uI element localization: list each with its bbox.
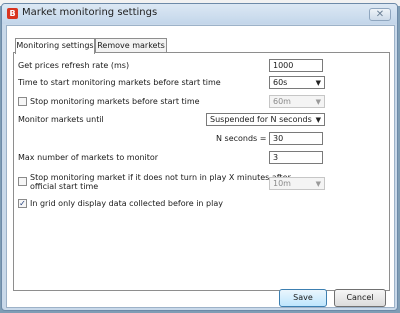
stop-before-start-select[interactable]: 60m ▼ — [269, 95, 325, 108]
start-monitoring-value: 60s — [273, 78, 288, 87]
max-markets-label: Max number of markets to monitor — [18, 153, 159, 162]
monitor-until-select[interactable]: Suspended for N seconds ▼ — [206, 113, 325, 126]
dialog-client-area: Monitoring settings Remove markets Get p… — [6, 25, 395, 308]
start-monitoring-select[interactable]: 60s ▼ — [269, 76, 325, 89]
tab-remove-markets[interactable]: Remove markets — [95, 38, 167, 53]
monitoring-settings-panel: Get prices refresh rate (ms) 1000 Time t… — [13, 52, 390, 291]
monitor-until-value: Suspended for N seconds — [210, 115, 312, 124]
close-button[interactable]: ✕ — [369, 8, 391, 21]
title-bar: B Market monitoring settings ✕ — [2, 4, 397, 24]
stop-not-inplay-label-line1: Stop monitoring market if it does not tu… — [30, 173, 291, 182]
checkmark-icon: ✓ — [19, 199, 26, 208]
chevron-down-icon: ▼ — [315, 79, 321, 87]
n-seconds-label: N seconds = — [216, 134, 267, 143]
grid-inplay-only-checkbox[interactable]: ✓ — [18, 199, 27, 208]
settings-dialog: B Market monitoring settings ✕ Monitorin… — [1, 3, 398, 311]
max-markets-input[interactable]: 3 — [269, 151, 323, 164]
stop-not-inplay-value: 10m — [273, 179, 291, 188]
window-title: Market monitoring settings — [22, 7, 158, 18]
n-seconds-input[interactable]: 30 — [269, 132, 323, 145]
stop-not-inplay-select[interactable]: 10m ▼ — [269, 177, 325, 190]
stop-before-start-value: 60m — [273, 97, 291, 106]
chevron-down-icon: ▼ — [315, 180, 321, 188]
monitor-until-label: Monitor markets until — [18, 115, 104, 124]
stop-before-start-checkbox[interactable] — [18, 97, 27, 106]
tab-monitoring-settings[interactable]: Monitoring settings — [15, 38, 95, 54]
cancel-button[interactable]: Cancel — [334, 289, 386, 307]
chevron-down-icon: ▼ — [315, 116, 321, 124]
refresh-rate-input[interactable]: 1000 — [269, 59, 323, 72]
refresh-rate-label: Get prices refresh rate (ms) — [18, 61, 130, 70]
start-monitoring-label: Time to start monitoring markets before … — [18, 78, 221, 87]
stop-not-inplay-label-line2: official start time — [30, 182, 99, 191]
grid-inplay-only-label: In grid only display data collected befo… — [30, 199, 223, 208]
app-logo-icon: B — [7, 8, 18, 19]
stop-before-start-label: Stop monitoring markets before start tim… — [30, 97, 200, 106]
stop-not-inplay-checkbox[interactable] — [18, 177, 27, 186]
save-button[interactable]: Save — [279, 289, 327, 307]
chevron-down-icon: ▼ — [315, 98, 321, 106]
